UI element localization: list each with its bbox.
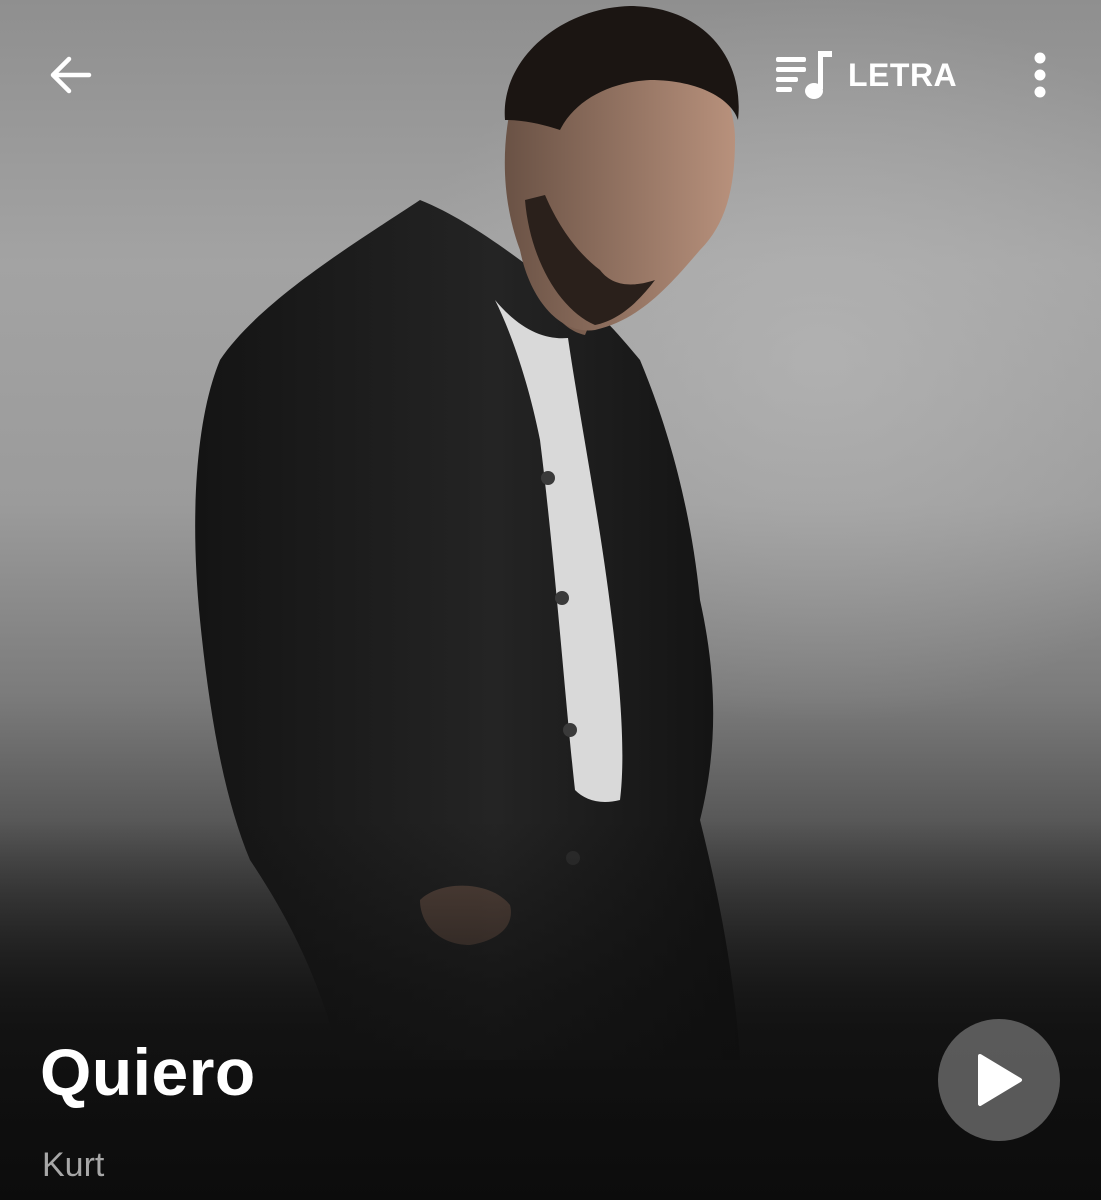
jacket-button [563, 723, 577, 737]
lyrics-label: LETRA [848, 56, 958, 93]
back-button[interactable] [38, 42, 104, 108]
song-artist[interactable]: Kurt [42, 1146, 104, 1185]
jacket-button [541, 471, 555, 485]
now-playing-screen: LETRA Quiero Kurt [0, 0, 1101, 1200]
lyrics-note-icon [776, 51, 832, 99]
jacket-button [555, 591, 569, 605]
play-icon [978, 1054, 1022, 1106]
song-title: Quiero [40, 1035, 256, 1109]
more-options-button[interactable] [1010, 42, 1070, 108]
more-vertical-icon [1034, 52, 1046, 98]
play-button[interactable] [938, 1019, 1060, 1141]
bottom-gradient-overlay [0, 820, 1101, 1200]
arrow-left-icon [50, 56, 92, 94]
top-bar: LETRA [0, 0, 1101, 150]
lyrics-button[interactable]: LETRA [772, 40, 957, 110]
